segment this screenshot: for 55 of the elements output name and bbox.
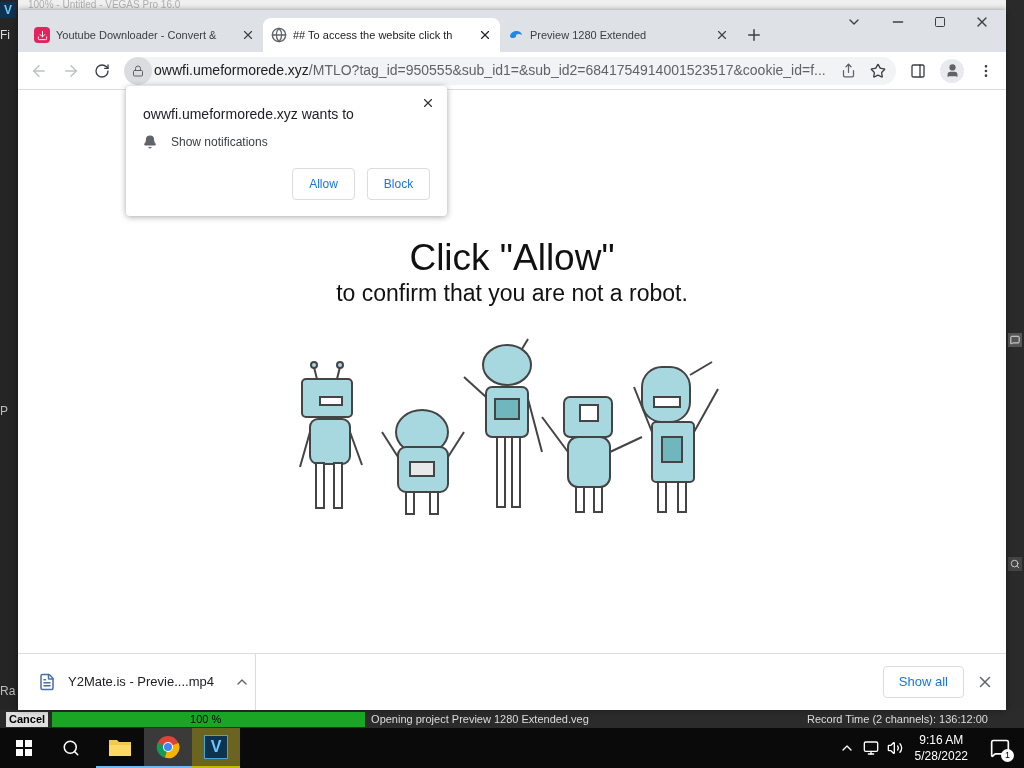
notification-count: 1 — [1001, 749, 1014, 762]
clock-time[interactable]: 9:16 AM — [919, 732, 964, 748]
vegas-logo: V — [204, 735, 228, 759]
bell-icon — [143, 135, 157, 149]
tab-title: ## To access the website click th — [293, 27, 454, 43]
maximize-icon[interactable] — [934, 16, 946, 28]
show-all-button[interactable]: Show all — [882, 666, 964, 698]
page-heading: Click "Allow" — [409, 237, 615, 279]
popup-button[interactable]: Allow — [292, 168, 355, 200]
star-icon[interactable] — [870, 62, 886, 79]
close-icon[interactable] — [715, 28, 729, 42]
browser-tab[interactable]: Preview 1280 Extended — [500, 18, 737, 52]
profile-icon[interactable] — [940, 58, 964, 83]
url-path: /MTLO?tag_id=950555&sub_id1=&sub_id2=6841754914001523517&cookie_id=f... — [308, 61, 826, 80]
record-time: Record Time (2 channels): 136:12:00 — [807, 711, 988, 727]
search-icon[interactable] — [62, 739, 80, 757]
cancel-button[interactable]: Cancel — [6, 711, 49, 727]
reload-icon[interactable] — [94, 62, 110, 79]
app-logo: V — [0, 2, 16, 18]
close-icon[interactable] — [421, 96, 435, 110]
browser-tab[interactable]: Youtube Downloader - Convert & — [26, 18, 263, 52]
new-tab-icon[interactable] — [745, 26, 763, 44]
status-message: Opening project Preview 1280 Extended.veg — [371, 711, 589, 727]
permission-text: Show notifications — [171, 134, 268, 151]
network-icon[interactable] — [862, 740, 879, 756]
globe-icon — [271, 27, 287, 43]
clock-date[interactable]: 5/28/2022 — [914, 748, 968, 764]
taskbar-app[interactable]: V — [192, 728, 240, 768]
panel-label: Ra — [0, 683, 17, 700]
url-host: owwfi.umeformorede.xyz — [154, 61, 309, 80]
zoom-icon[interactable] — [1008, 557, 1022, 571]
side-panel-icon[interactable] — [910, 62, 926, 79]
panel-label: P — [0, 403, 9, 420]
tab-title: Youtube Downloader - Convert & — [56, 27, 218, 43]
file-icon — [38, 673, 56, 691]
taskbar-app[interactable] — [144, 728, 192, 768]
lock-icon[interactable] — [132, 64, 144, 77]
popup-title: owwfi.umeformorede.xyz wants to — [143, 105, 355, 124]
window-title: 100% - Untitled - VEGAS Pro 16.0 — [28, 0, 181, 10]
menu-text: Fi — [0, 27, 11, 44]
windows-icon[interactable] — [16, 740, 32, 756]
close-icon[interactable] — [478, 28, 492, 42]
share-icon[interactable] — [841, 63, 856, 78]
page-subheading: to confirm that you are not a robot. — [336, 279, 688, 307]
download-icon — [34, 27, 50, 43]
close-icon[interactable] — [241, 28, 255, 42]
tab-title: Preview 1280 Extended — [530, 27, 648, 43]
address-bar[interactable]: owwfi.umeformorede.xyz/MTLO?tag_id=950555&sub_id1=&sub_id2=6841754914001523517&cookie_id=f... — [124, 56, 896, 85]
volume-icon[interactable] — [886, 740, 903, 756]
popup-button[interactable]: Block — [367, 168, 430, 200]
folder-icon — [108, 737, 132, 757]
browser-tab[interactable]: ## To access the website click th — [263, 18, 500, 52]
chrome-icon — [156, 735, 180, 759]
download-file[interactable]: Y2Mate.is - Previe....mp4 — [68, 672, 214, 692]
progress-label: 100 % — [190, 711, 222, 727]
